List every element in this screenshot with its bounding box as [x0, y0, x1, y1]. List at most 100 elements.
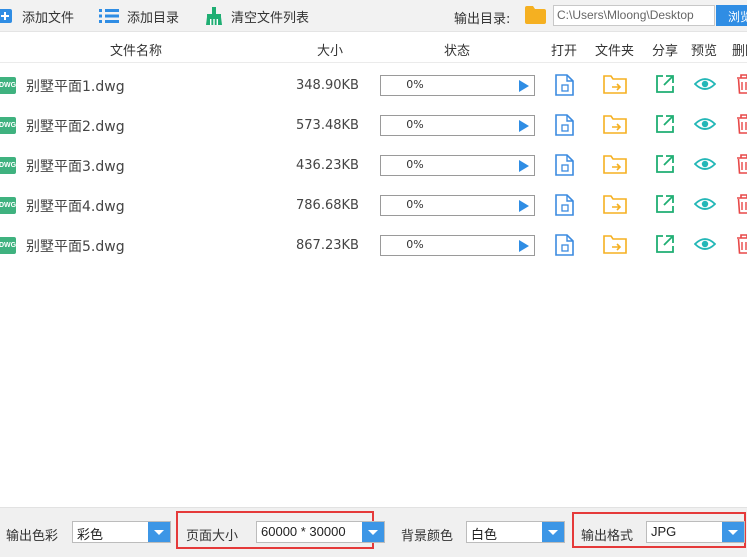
progress-bar: 0% — [380, 115, 535, 136]
dwg-file-icon: DWG — [0, 197, 16, 214]
dwg-file-icon: DWG — [0, 157, 16, 174]
chevron-down-icon[interactable] — [542, 522, 564, 542]
chevron-down-icon[interactable] — [362, 522, 384, 542]
eye-icon[interactable] — [694, 194, 716, 214]
document-icon[interactable] — [555, 234, 574, 256]
output-color-label: 输出色彩 — [6, 529, 59, 544]
plus-icon — [0, 9, 12, 23]
folder-arrow-icon[interactable] — [603, 194, 627, 214]
play-icon[interactable] — [519, 120, 529, 132]
page-size-label: 页面大小 — [186, 529, 239, 544]
progress-bar: 0% — [380, 235, 535, 256]
column-header-open: 打开 — [551, 44, 578, 59]
table-row[interactable]: DWG 别墅平面5.dwg 867.23KB 0% — [0, 225, 747, 265]
dwg-file-icon: DWG — [0, 77, 16, 94]
folder-arrow-icon[interactable] — [603, 154, 627, 174]
output-color-value: 彩色 — [77, 527, 104, 542]
dwg-file-icon: DWG — [0, 117, 16, 134]
eye-icon[interactable] — [694, 234, 716, 254]
column-header-delete: 删除 — [732, 44, 747, 59]
table-row[interactable]: DWG 别墅平面3.dwg 436.23KB 0% — [0, 145, 747, 185]
background-color-value: 白色 — [471, 527, 498, 542]
table-header: 文件名称 大小 状态 打开 文件夹 分享 预览 删除 — [0, 33, 747, 63]
share-external-icon[interactable] — [655, 234, 675, 254]
progress-bar: 0% — [380, 155, 535, 176]
eye-icon[interactable] — [694, 114, 716, 134]
folder-icon[interactable] — [525, 6, 546, 24]
play-icon[interactable] — [519, 80, 529, 92]
share-external-icon[interactable] — [655, 194, 675, 214]
progress-bar: 0% — [380, 75, 535, 96]
document-icon[interactable] — [555, 194, 574, 216]
table-row[interactable]: DWG 别墅平面2.dwg 573.48KB 0% — [0, 105, 747, 145]
column-header-name: 文件名称 — [110, 44, 163, 59]
add-directory-label: 添加目录 — [127, 10, 180, 26]
file-name: 别墅平面1.dwg — [26, 79, 125, 95]
broom-icon — [206, 7, 222, 25]
output-options-bar: 输出色彩 彩色 页面大小 60000 * 30000 背景颜色 白色 输出格式 … — [0, 507, 747, 557]
chevron-down-icon[interactable] — [148, 522, 170, 542]
page-size-select[interactable]: 60000 * 30000 — [256, 521, 385, 543]
progress-percent: 0% — [406, 238, 424, 251]
column-header-share: 分享 — [652, 44, 679, 59]
file-size: 348.90KB — [296, 78, 359, 93]
output-dir-label: 输出目录: — [454, 12, 511, 27]
output-format-value: JPG — [651, 524, 677, 539]
eye-icon[interactable] — [694, 74, 716, 94]
add-file-label: 添加文件 — [22, 10, 75, 26]
play-icon[interactable] — [519, 160, 529, 172]
add-file-button[interactable]: 添加文件 — [0, 0, 74, 32]
background-color-select[interactable]: 白色 — [466, 521, 565, 543]
share-external-icon[interactable] — [655, 154, 675, 174]
table-row[interactable]: DWG 别墅平面4.dwg 786.68KB 0% — [0, 185, 747, 225]
browse-button[interactable]: 浏览 — [716, 5, 747, 26]
page-size-value: 60000 * 30000 — [261, 524, 346, 539]
play-icon[interactable] — [519, 240, 529, 252]
output-format-select[interactable]: JPG — [646, 521, 745, 543]
clear-list-button[interactable]: 清空文件列表 — [205, 0, 309, 32]
toolbar: 添加文件 添加目录 清空文件列表 输出目录: C:\Users\Mloong\D… — [0, 0, 747, 32]
file-name: 别墅平面4.dwg — [26, 199, 125, 215]
share-external-icon[interactable] — [655, 114, 675, 134]
document-icon[interactable] — [555, 114, 574, 136]
column-header-preview: 预览 — [691, 44, 718, 59]
progress-percent: 0% — [406, 198, 424, 211]
file-name: 别墅平面2.dwg — [26, 119, 125, 135]
document-icon[interactable] — [555, 74, 574, 96]
background-color-label: 背景颜色 — [401, 529, 454, 544]
add-directory-button[interactable]: 添加目录 — [99, 0, 179, 32]
eye-icon[interactable] — [694, 154, 716, 174]
output-color-select[interactable]: 彩色 — [72, 521, 171, 543]
document-icon[interactable] — [555, 154, 574, 176]
output-path-field[interactable]: C:\Users\Mloong\Desktop — [553, 5, 715, 26]
file-name: 别墅平面3.dwg — [26, 159, 125, 175]
share-external-icon[interactable] — [655, 74, 675, 94]
column-header-status: 状态 — [444, 44, 471, 59]
folder-arrow-icon[interactable] — [603, 74, 627, 94]
list-icon — [99, 9, 119, 23]
progress-percent: 0% — [406, 118, 424, 131]
progress-percent: 0% — [406, 158, 424, 171]
folder-arrow-icon[interactable] — [603, 114, 627, 134]
play-icon[interactable] — [519, 200, 529, 212]
chevron-down-icon[interactable] — [722, 522, 744, 542]
file-size: 786.68KB — [296, 198, 359, 213]
trash-icon[interactable] — [736, 74, 747, 94]
trash-icon[interactable] — [736, 114, 747, 134]
dwg-file-icon: DWG — [0, 237, 16, 254]
folder-arrow-icon[interactable] — [603, 234, 627, 254]
file-size: 436.23KB — [296, 158, 359, 173]
trash-icon[interactable] — [736, 154, 747, 174]
progress-percent: 0% — [406, 78, 424, 91]
trash-icon[interactable] — [736, 194, 747, 214]
trash-icon[interactable] — [736, 234, 747, 254]
file-size: 867.23KB — [296, 238, 359, 253]
clear-list-label: 清空文件列表 — [231, 10, 310, 26]
progress-bar: 0% — [380, 195, 535, 216]
table-row[interactable]: DWG 别墅平面1.dwg 348.90KB 0% — [0, 65, 747, 105]
output-format-label: 输出格式 — [581, 529, 634, 544]
column-header-size: 大小 — [317, 44, 344, 59]
file-size: 573.48KB — [296, 118, 359, 133]
column-header-folder: 文件夹 — [595, 44, 635, 59]
file-name: 别墅平面5.dwg — [26, 239, 125, 255]
